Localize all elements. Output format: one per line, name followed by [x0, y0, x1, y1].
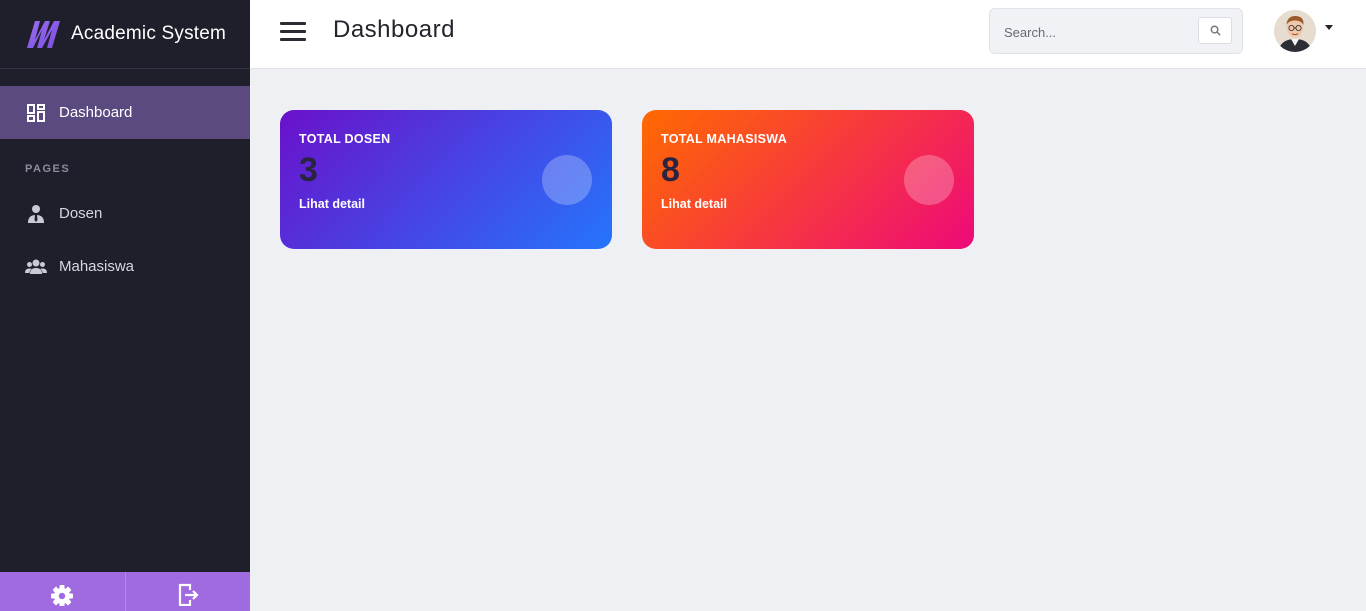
- hamburger-line: [280, 30, 306, 33]
- card-title: TOTAL MAHASISWA: [661, 132, 788, 146]
- menu-toggle-button[interactable]: [280, 22, 306, 42]
- sidebar-item-label: Dosen: [59, 205, 103, 222]
- sidebar-item-label: Dashboard: [59, 104, 133, 121]
- stat-card-mahasiswa: TOTAL MAHASISWA 8 Lihat detail: [642, 110, 974, 249]
- detail-link[interactable]: Lihat detail: [299, 197, 365, 211]
- nav-section-label: PAGES: [25, 163, 71, 175]
- detail-link[interactable]: Lihat detail: [661, 197, 727, 211]
- user-tie-icon: [25, 203, 47, 225]
- search-input[interactable]: [1004, 21, 1194, 43]
- settings-button[interactable]: [0, 572, 125, 611]
- search-icon: [1210, 25, 1221, 36]
- sidebar-item-label: Mahasiswa: [59, 258, 135, 275]
- sidebar-item-dashboard[interactable]: Dashboard: [0, 86, 250, 139]
- logout-button[interactable]: [124, 572, 251, 611]
- dashboard-icon: [25, 102, 47, 124]
- sidebar: Academic System Dashboard PAGES Dosen Ma…: [0, 0, 250, 611]
- chevron-down-icon[interactable]: [1325, 25, 1333, 30]
- page-title: Dashboard: [333, 16, 455, 43]
- sidebar-item-dosen[interactable]: Dosen: [0, 187, 250, 240]
- search-box: [989, 8, 1243, 54]
- logo-icon: [27, 21, 60, 48]
- avatar[interactable]: [1274, 10, 1316, 52]
- card-decoration-circle: [904, 155, 954, 205]
- topbar: Dashboard: [250, 0, 1366, 69]
- card-decoration-circle: [542, 155, 592, 205]
- stat-card-dosen: TOTAL DOSEN 3 Lihat detail: [280, 110, 612, 249]
- brand[interactable]: Academic System: [0, 0, 250, 69]
- hamburger-line: [280, 38, 306, 41]
- users-icon: [25, 256, 47, 278]
- app-name: Academic System: [71, 23, 227, 44]
- search-button[interactable]: [1198, 17, 1232, 44]
- sidebar-footer: [0, 572, 250, 611]
- logout-icon: [176, 576, 200, 611]
- card-title: TOTAL DOSEN: [299, 132, 391, 146]
- sidebar-item-mahasiswa[interactable]: Mahasiswa: [0, 240, 250, 293]
- hamburger-icon: [280, 22, 306, 25]
- gear-icon: [50, 576, 74, 611]
